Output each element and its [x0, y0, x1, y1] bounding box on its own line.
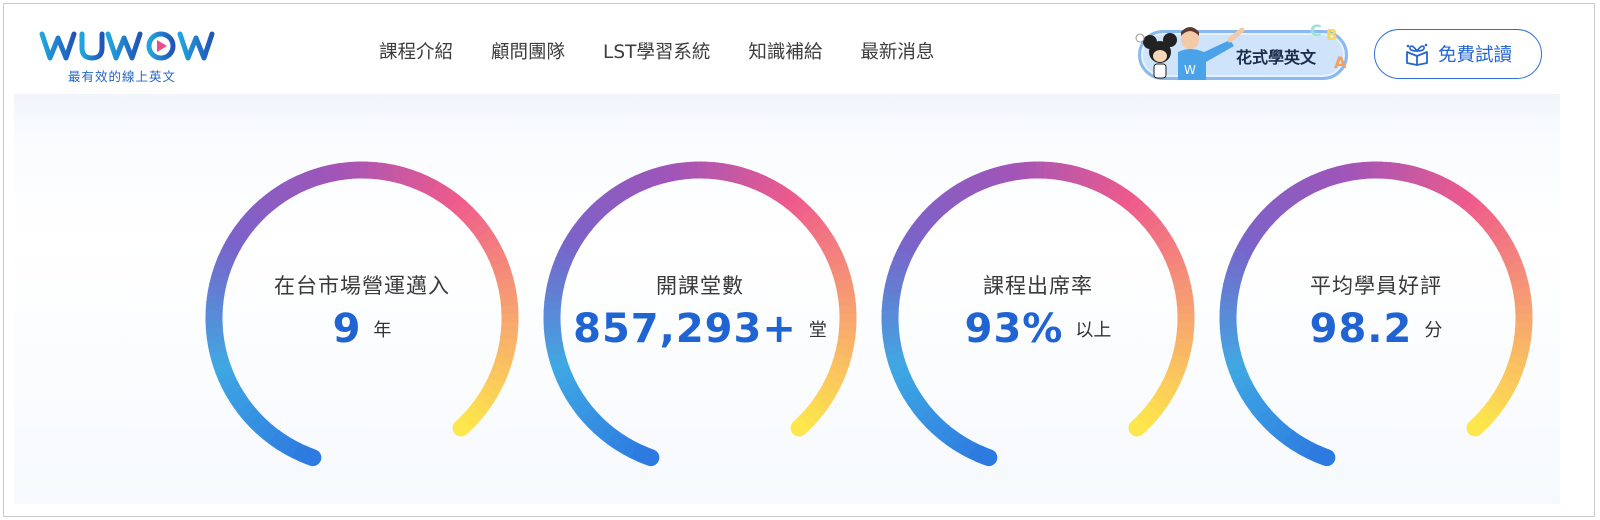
brand-tagline: 最有效的線上英文 — [68, 69, 177, 84]
stat-value-row: 9年 — [202, 306, 522, 352]
stat-classes: 開課堂數 857,293+ 堂 — [540, 158, 860, 478]
stat-value: 98.2 — [1309, 306, 1413, 352]
stat-value-row: 93% 以上 — [878, 306, 1198, 352]
stat-unit: 年 — [373, 320, 392, 341]
ring-segment — [1308, 445, 1336, 467]
site-header: 最有效的線上英文 課程介紹 顧問團隊 LST學習系統 知識補給 最新消息 W C… — [4, 4, 1594, 96]
stat-unit: 分 — [1424, 320, 1443, 341]
stat-label: 平均學員好評 — [1310, 274, 1442, 298]
promo-banner[interactable]: W C B A 花式學英文 — [1134, 18, 1354, 84]
stat-rating: 平均學員好評 98.2 分 — [1216, 158, 1536, 478]
stats-section: 在台市場營運邁入 9年 開課堂數 857,293+ 堂 課程出席率 93% 以上 平… — [14, 94, 1560, 504]
stat-value: 857,293+ — [573, 306, 797, 352]
stat-value-row: 98.2 分 — [1216, 306, 1536, 352]
svg-text:W: W — [1184, 63, 1196, 77]
stat-label: 在台市場營運邁入 — [274, 274, 450, 298]
stat-unit: 堂 — [808, 320, 827, 341]
free-trial-button[interactable]: 免費試讀 — [1374, 29, 1542, 79]
svg-text:A: A — [1334, 53, 1347, 72]
ring-segment — [632, 445, 660, 467]
stat-label: 課程出席率 — [983, 274, 1093, 298]
free-trial-label: 免費試讀 — [1437, 45, 1512, 66]
nav-item-lst-system[interactable]: LST學習系統 — [603, 38, 710, 64]
stat-value-row: 857,293+ 堂 — [540, 306, 860, 352]
page-frame: 最有效的線上英文 課程介紹 顧問團隊 LST學習系統 知識補給 最新消息 W C… — [3, 3, 1595, 517]
nav-item-courses[interactable]: 課程介紹 — [379, 38, 453, 64]
stat-value: 9 — [332, 306, 362, 352]
stat-label: 開課堂數 — [656, 274, 744, 298]
nav-item-consultants[interactable]: 顧問團隊 — [491, 38, 565, 64]
stat-unit: 以上 — [1075, 320, 1112, 341]
stat-years: 在台市場營運邁入 9年 — [202, 158, 522, 478]
nav-item-news[interactable]: 最新消息 — [860, 38, 934, 64]
stat-value: 93% — [964, 306, 1064, 352]
gift-book-icon — [1406, 43, 1428, 66]
brand-logo[interactable]: 最有效的線上英文 — [38, 24, 228, 84]
stat-attendance: 課程出席率 93% 以上 — [878, 158, 1198, 478]
svg-text:C: C — [1310, 21, 1322, 40]
promo-label: 花式學英文 — [1236, 48, 1317, 67]
ring-segment — [294, 445, 322, 467]
svg-text:B: B — [1326, 26, 1337, 44]
main-nav: 課程介紹 顧問團隊 LST學習系統 知識補給 最新消息 — [379, 38, 972, 64]
wuwow-logo-icon — [39, 31, 215, 61]
nav-item-knowledge[interactable]: 知識補給 — [748, 38, 822, 64]
ring-segment — [970, 445, 998, 467]
